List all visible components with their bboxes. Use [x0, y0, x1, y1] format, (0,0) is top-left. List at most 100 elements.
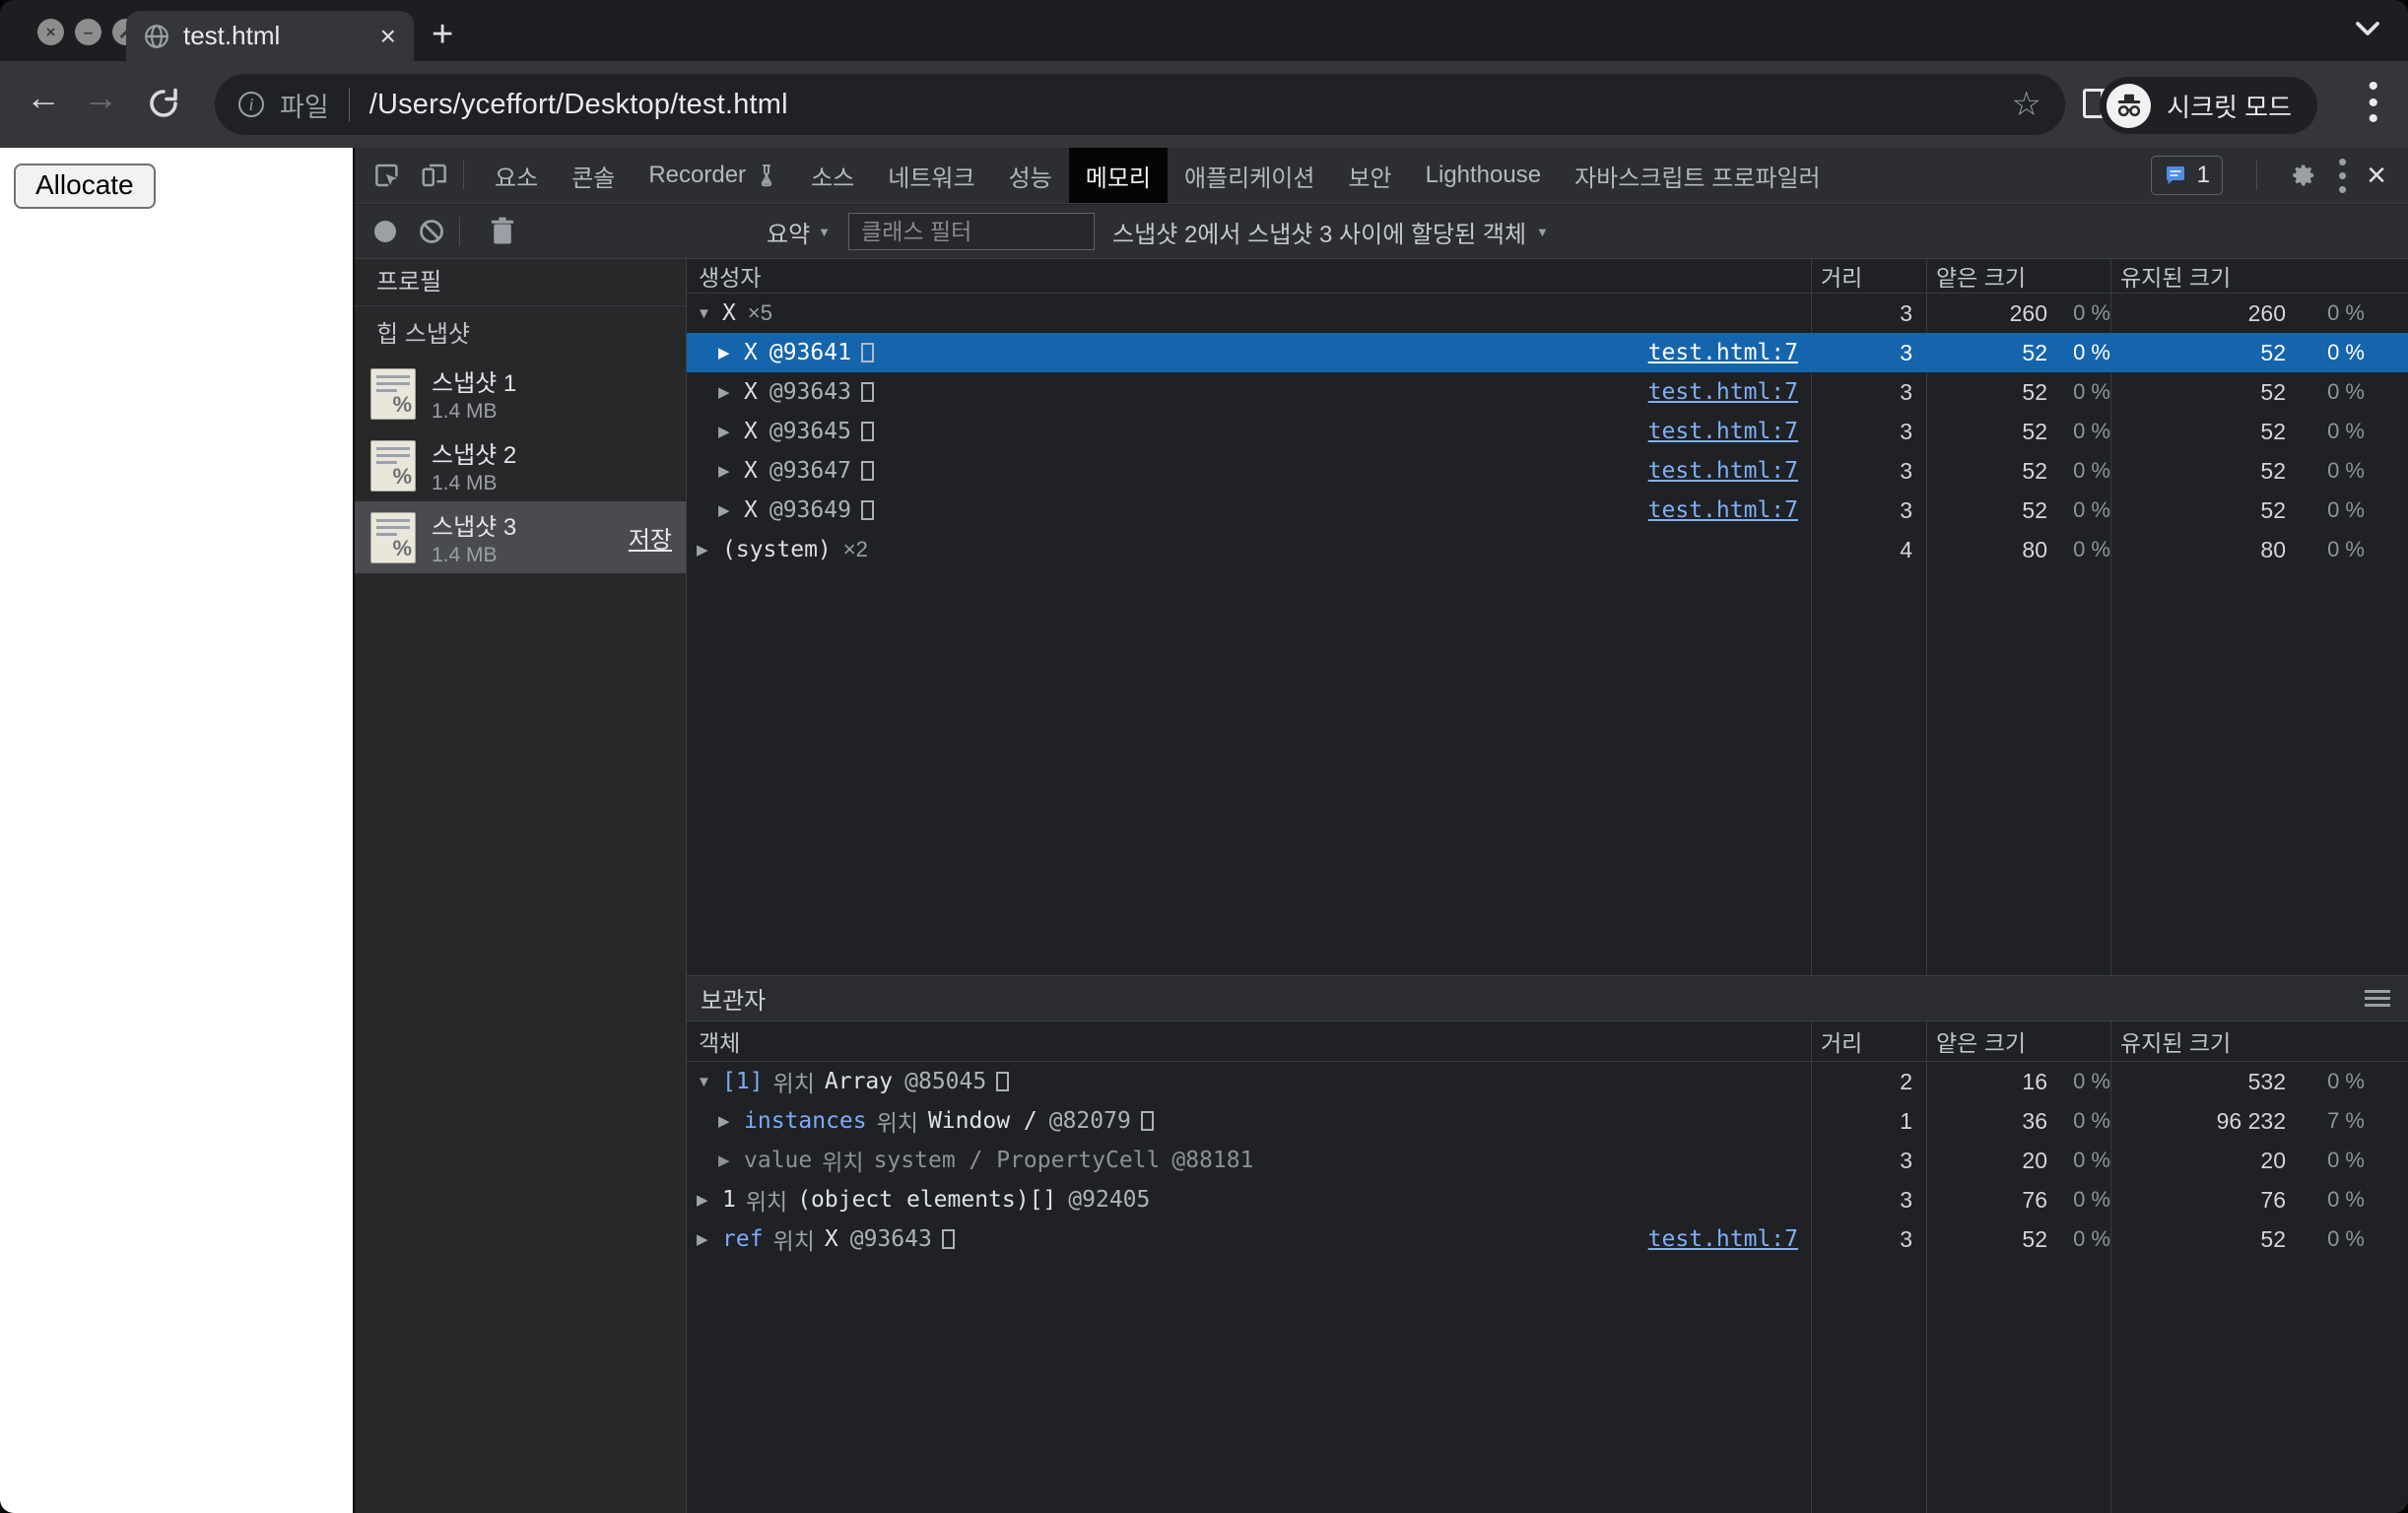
- constructor-row[interactable]: ▼ X ×5 3 260 0 % 260 0 %: [687, 294, 2408, 333]
- allocate-button[interactable]: Allocate: [14, 164, 156, 209]
- column-distance[interactable]: 거리: [1811, 1024, 1926, 1058]
- devtools-tab-보안[interactable]: 보안: [1331, 148, 1408, 203]
- constructor-row[interactable]: ▶ X @93641 test.html:7 3 52 0 % 52 0 %: [687, 333, 2408, 372]
- devtools-tab-Lighthouse[interactable]: Lighthouse: [1409, 148, 1558, 203]
- expander-closed-icon[interactable]: ▶: [718, 344, 744, 362]
- expander-closed-icon[interactable]: ▶: [718, 501, 744, 519]
- pane-menu-icon[interactable]: [2365, 990, 2390, 1011]
- window-minimize-button[interactable]: –: [75, 19, 101, 45]
- column-retained-size[interactable]: 유지된 크기: [2110, 259, 2408, 293]
- source-link[interactable]: test.html:7: [1648, 419, 1798, 444]
- column-retained-size[interactable]: 유지된 크기: [2110, 1024, 2408, 1058]
- constructor-row[interactable]: ▶ (system) ×2 4 80 0 % 80 0 %: [687, 530, 2408, 569]
- column-object[interactable]: 객체: [687, 1024, 1811, 1058]
- shallow-value: 16: [2022, 1068, 2047, 1094]
- devtools-tab-메모리[interactable]: 메모리: [1068, 148, 1168, 203]
- retainer-row[interactable]: ▶ instances 위치 Window / @82079 1 36 0 % 96 232 7 …: [687, 1101, 2408, 1141]
- column-shallow-size[interactable]: 얕은 크기: [1926, 259, 2110, 293]
- shallow-percent: 0 %: [2073, 458, 2110, 483]
- back-button[interactable]: ←: [26, 77, 61, 118]
- tab-close-icon[interactable]: ×: [380, 22, 396, 50]
- shallow-size-cell: 76 0 %: [1926, 1187, 2110, 1214]
- snapshot-item[interactable]: % 스냅샷 3 1.4 MB 저장: [355, 501, 686, 573]
- devtools-tab-Recorder[interactable]: Recorder: [632, 148, 794, 203]
- devtools-tab-label: 성능: [1008, 164, 1052, 192]
- reload-button[interactable]: [146, 86, 181, 121]
- source-link[interactable]: test.html:7: [1648, 497, 1798, 523]
- perspective-select[interactable]: 요약 ▼: [767, 215, 831, 249]
- retained-size-cell: 52 0 %: [2110, 458, 2408, 485]
- devtools-tab-네트워크[interactable]: 네트워크: [871, 148, 991, 203]
- object-preview-icon: [941, 1229, 955, 1249]
- flask-icon: [756, 164, 777, 187]
- record-heap-icon[interactable]: [374, 221, 396, 242]
- retainer-row[interactable]: ▶ 1 위치 (object elements)[] @92405 3 76 0 % 76 0 %: [687, 1180, 2408, 1219]
- settings-gear-icon[interactable]: [2291, 162, 2318, 189]
- shallow-size-cell: 260 0 %: [1926, 300, 2110, 327]
- browser-menu-icon[interactable]: • • •: [2368, 72, 2378, 133]
- allocation-filter-label: 스냅샷 2에서 스냅샷 3 사이에 할당된 객체: [1112, 221, 1527, 248]
- expander-closed-icon[interactable]: ▶: [697, 1230, 722, 1248]
- bookmark-star-icon[interactable]: ☆: [2012, 85, 2041, 124]
- snapshot-item[interactable]: % 스냅샷 2 1.4 MB: [355, 429, 686, 501]
- property-name: instances: [744, 1108, 867, 1134]
- expander-closed-icon[interactable]: ▶: [718, 1151, 744, 1169]
- browser-tab[interactable]: test.html ×: [126, 11, 414, 61]
- retained-value: 76: [2260, 1186, 2286, 1213]
- devtools-close-icon[interactable]: ×: [2367, 159, 2386, 192]
- devtools-menu-icon[interactable]: • • •: [2338, 148, 2347, 202]
- page-info-icon[interactable]: i: [238, 92, 264, 117]
- column-shallow-size[interactable]: 얕은 크기: [1926, 1024, 2110, 1058]
- expander-open-icon[interactable]: ▼: [697, 305, 722, 322]
- retainers-header-row: 객체 거리 얕은 크기 유지된 크기: [687, 1021, 2408, 1062]
- allocation-filter-select[interactable]: 스냅샷 2에서 스냅샷 3 사이에 할당된 객체 ▼: [1112, 215, 1549, 249]
- device-toolbar-icon[interactable]: [420, 161, 449, 190]
- expander-open-icon[interactable]: ▼: [697, 1074, 722, 1090]
- retained-percent: 0 %: [2327, 1148, 2365, 1172]
- devtools-tab-자바스크립트 프로파일러[interactable]: 자바스크립트 프로파일러: [1558, 148, 1838, 203]
- expander-closed-icon[interactable]: ▶: [718, 1112, 744, 1130]
- column-constructor[interactable]: 생성자: [687, 259, 1811, 293]
- object-id: @82079: [1048, 1108, 1131, 1134]
- devtools-tab-애플리케이션[interactable]: 애플리케이션: [1168, 148, 1331, 203]
- inspect-element-icon[interactable]: [372, 161, 402, 190]
- snapshot-item[interactable]: % 스냅샷 1 1.4 MB: [355, 358, 686, 429]
- constructor-cell: ▶ X @93641 test.html:7: [687, 340, 1811, 365]
- source-link[interactable]: test.html:7: [1648, 1226, 1798, 1252]
- source-link[interactable]: test.html:7: [1648, 379, 1798, 405]
- devtools-tab-콘솔[interactable]: 콘솔: [555, 148, 632, 203]
- source-link[interactable]: test.html:7: [1648, 340, 1798, 365]
- expander-closed-icon[interactable]: ▶: [697, 541, 722, 559]
- retainer-row[interactable]: ▶ value 위치 system / PropertyCell @88181 3 20 0 …: [687, 1141, 2408, 1180]
- expander-closed-icon[interactable]: ▶: [718, 462, 744, 480]
- devtools-tab-소스[interactable]: 소스: [794, 148, 871, 203]
- column-distance[interactable]: 거리: [1811, 259, 1926, 293]
- shallow-size-cell: 52 0 %: [1926, 497, 2110, 524]
- tab-search-chevron-icon[interactable]: [2353, 18, 2382, 39]
- expander-closed-icon[interactable]: ▶: [697, 1191, 722, 1209]
- constructor-row[interactable]: ▶ X @93647 test.html:7 3 52 0 % 52 0 %: [687, 451, 2408, 491]
- constructor-row[interactable]: ▶ X @93649 test.html:7 3 52 0 % 52 0 %: [687, 491, 2408, 530]
- save-snapshot-link[interactable]: 저장: [629, 520, 672, 555]
- devtools-tab-성능[interactable]: 성능: [992, 148, 1069, 203]
- expander-closed-icon[interactable]: ▶: [718, 383, 744, 401]
- devtools-tab-요소[interactable]: 요소: [478, 148, 555, 203]
- retainer-row[interactable]: ▼ [1] 위치 Array @85045 2 16 0 % 532 0 %: [687, 1062, 2408, 1101]
- class-filter-input[interactable]: [848, 213, 1096, 250]
- source-link[interactable]: test.html:7: [1648, 458, 1798, 484]
- forward-button[interactable]: →: [83, 77, 118, 118]
- snapshot-text: 스냅샷 2 1.4 MB: [432, 435, 672, 495]
- retainer-object-name: X: [824, 1226, 838, 1252]
- retainer-row[interactable]: ▶ ref 위치 X @93643 test.html:7 3 52 0 % 52 0 %: [687, 1219, 2408, 1259]
- constructor-row[interactable]: ▶ X @93645 test.html:7 3 52 0 % 52 0 %: [687, 412, 2408, 451]
- issues-button[interactable]: 1: [2150, 155, 2224, 195]
- new-tab-button[interactable]: +: [432, 14, 453, 56]
- url-bar[interactable]: i 파일 /Users/yceffort/Desktop/test.html ☆: [215, 74, 2065, 135]
- window-close-button[interactable]: ×: [37, 19, 64, 45]
- clear-icon[interactable]: [418, 218, 445, 245]
- expander-closed-icon[interactable]: ▶: [718, 423, 744, 440]
- delete-profiles-icon[interactable]: [490, 217, 515, 246]
- shallow-percent: 0 %: [2073, 1226, 2110, 1251]
- constructor-row[interactable]: ▶ X @93643 test.html:7 3 52 0 % 52 0 %: [687, 372, 2408, 412]
- retained-value: 52: [2260, 457, 2286, 484]
